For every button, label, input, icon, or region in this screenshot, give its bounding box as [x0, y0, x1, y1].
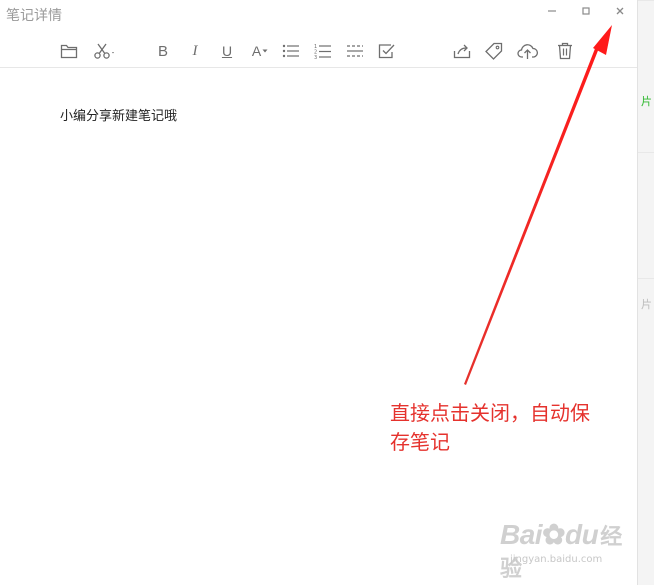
- arrow-shaft: [464, 46, 599, 385]
- annotation-arrow: [464, 25, 612, 385]
